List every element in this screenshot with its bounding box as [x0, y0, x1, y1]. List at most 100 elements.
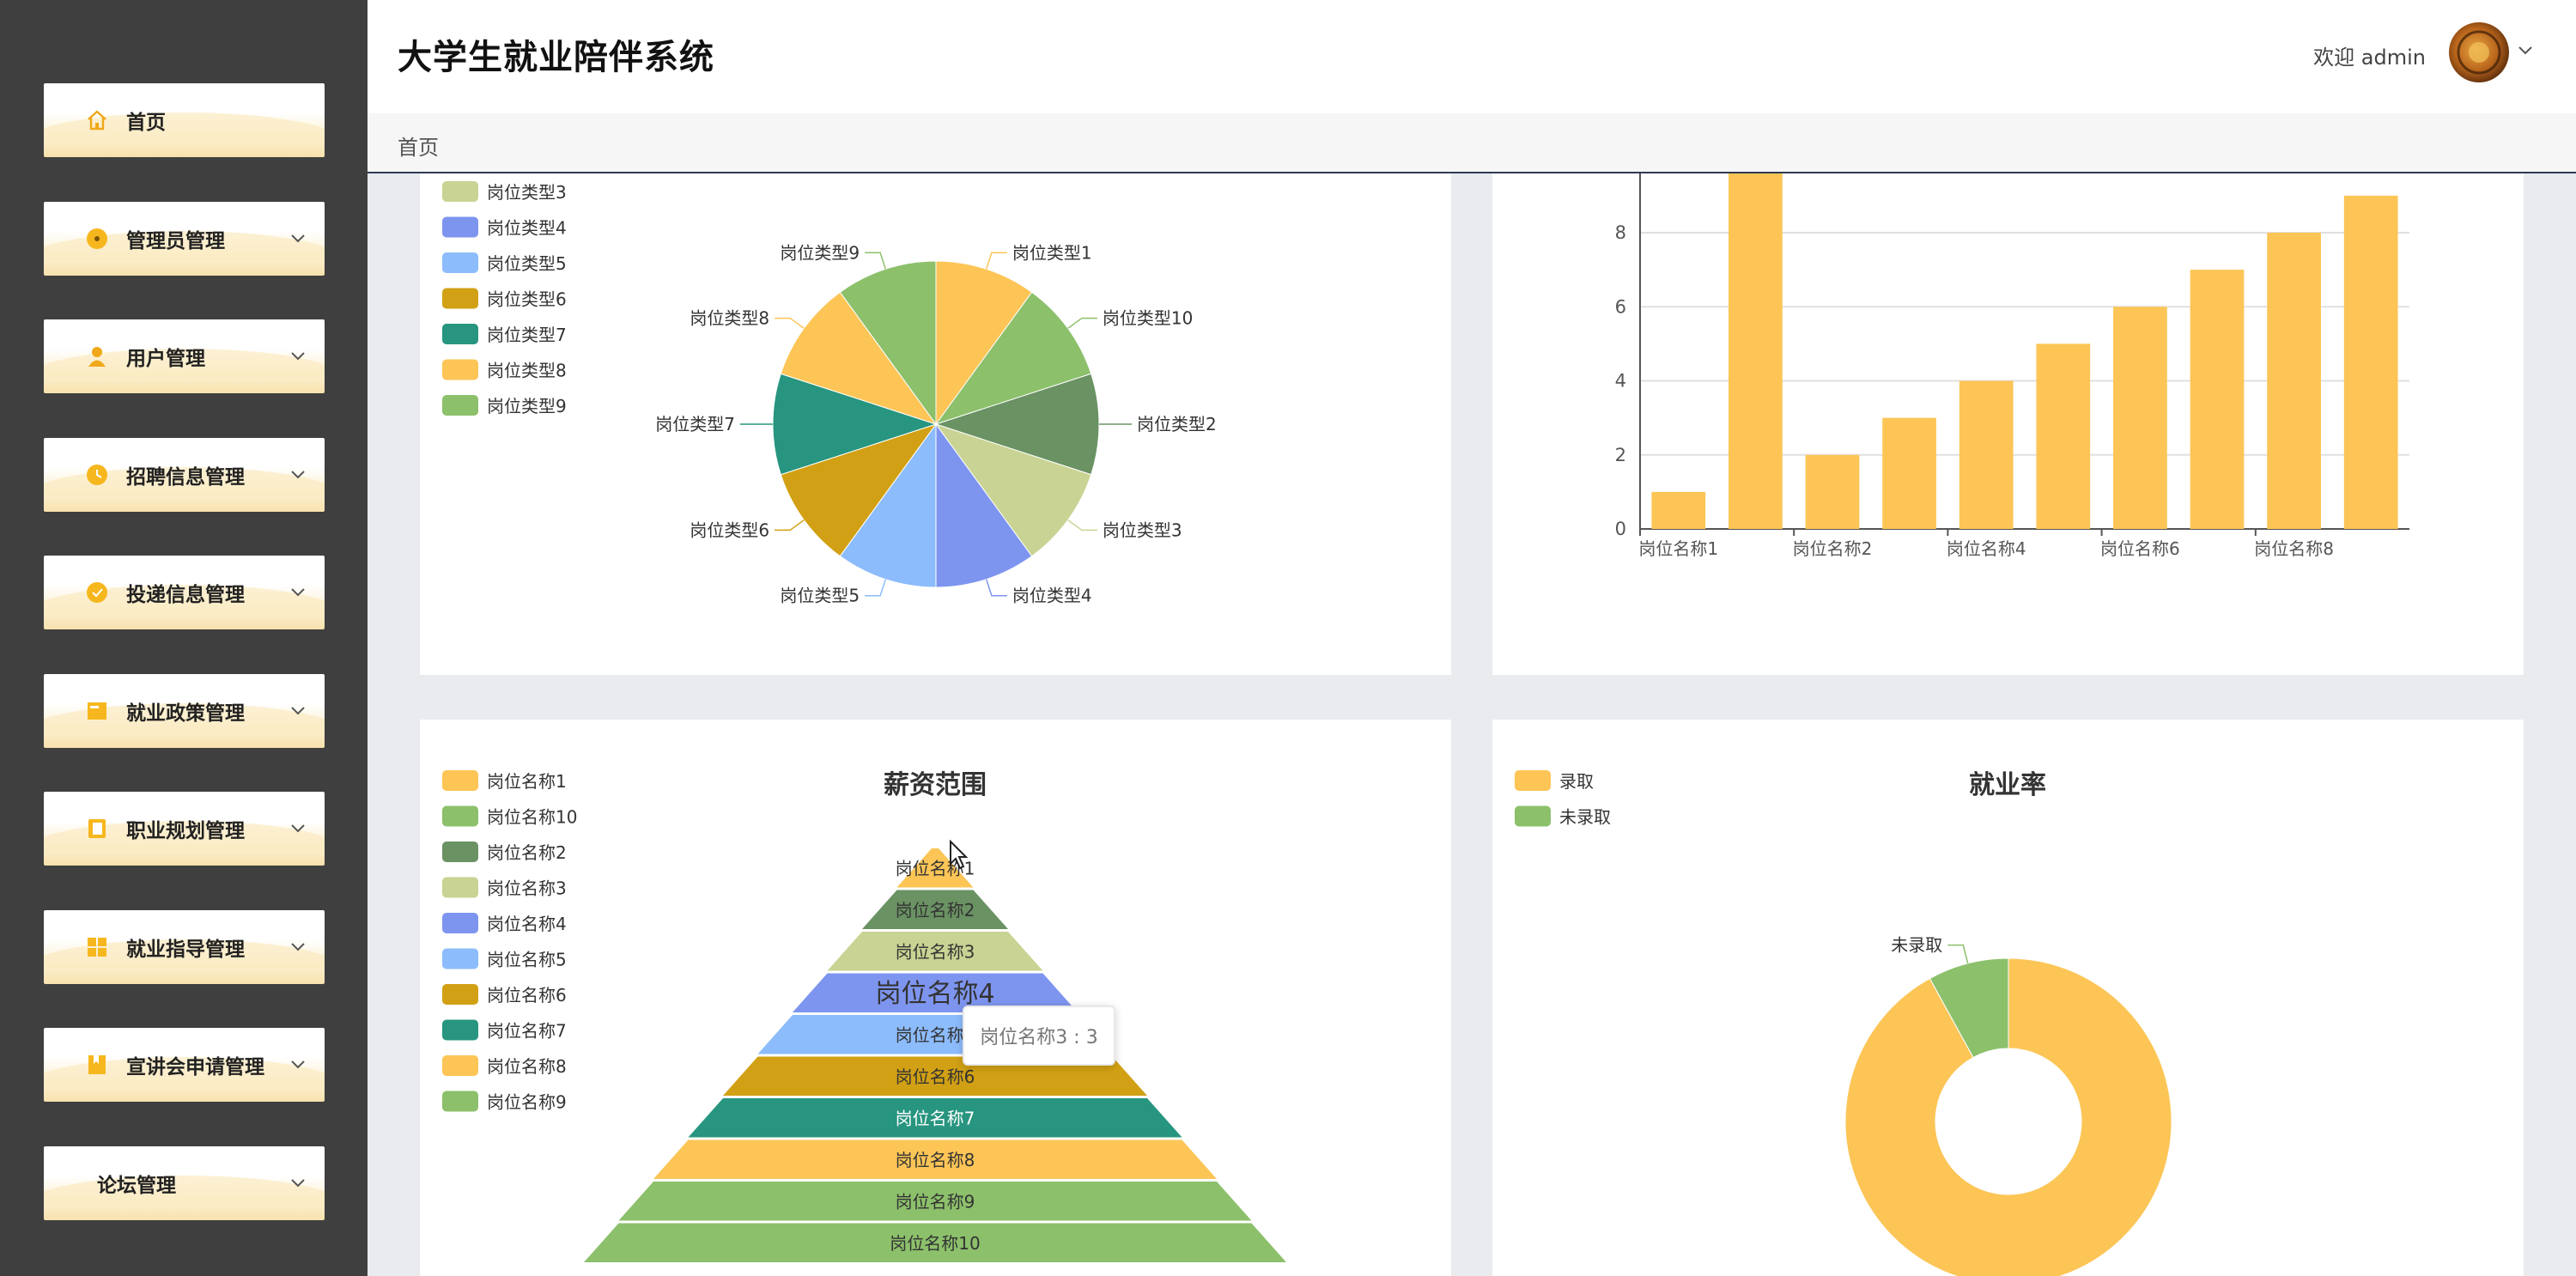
funnel-stage-label: 岗位名称9: [896, 1191, 975, 1212]
donut-legend-label[interactable]: 未录取: [1559, 807, 1611, 828]
pie-legend-swatch[interactable]: [442, 395, 478, 416]
funnel-legend-swatch[interactable]: [442, 1091, 478, 1112]
funnel-legend-label[interactable]: 岗位名称8: [487, 1056, 567, 1077]
funnel-legend-swatch[interactable]: [442, 913, 478, 933]
job-name-bar-chart: 0 2 4 6 8 岗位名称1 岗位名称2 岗位名称4 岗位名称6 岗位名称8: [1615, 173, 2409, 559]
chevron-down-icon: [285, 706, 311, 716]
funnel-legend-swatch[interactable]: [442, 877, 478, 898]
bar[interactable]: [2343, 195, 2398, 529]
pie-legend-label[interactable]: 岗位类型7: [487, 325, 567, 345]
pie-legend-label[interactable]: 岗位类型6: [487, 289, 567, 310]
sidebar-item-label: 论坛管理: [97, 1174, 176, 1197]
bar[interactable]: [2267, 233, 2321, 529]
sidebar-item-label: 宣讲会申请管理: [126, 1056, 264, 1079]
recruit-icon: [78, 463, 116, 487]
funnel-legend-label[interactable]: 岗位名称9: [487, 1092, 567, 1113]
bar[interactable]: [2113, 307, 2167, 529]
bar-y-tick-label: 4: [1615, 371, 1626, 392]
sidebar-item-7[interactable]: 职业规划管理: [44, 792, 325, 866]
sidebar-item-2[interactable]: 管理员管理: [44, 201, 325, 276]
pie-legend-swatch[interactable]: [442, 181, 478, 202]
funnel-legend-label[interactable]: 岗位名称7: [487, 1021, 567, 1042]
pie-label-line: [775, 317, 805, 329]
funnel-legend-swatch[interactable]: [442, 1019, 478, 1041]
bookmark-icon: [78, 1054, 116, 1076]
pie-legend-swatch[interactable]: [442, 252, 478, 273]
funnel-legend-swatch[interactable]: [442, 984, 478, 1005]
pie-slice-label: 岗位类型3: [1103, 520, 1182, 540]
funnel-legend-label[interactable]: 岗位名称5: [487, 950, 567, 970]
sidebar: 首页管理员管理用户管理招聘信息管理 投递信息管理就业政策管理职业规划管理 就业指导管…: [0, 0, 368, 1276]
bar[interactable]: [1805, 454, 1860, 529]
chevron-down-icon: [285, 1178, 311, 1188]
avatar[interactable]: [2449, 22, 2509, 82]
funnel-legend-swatch[interactable]: [442, 842, 478, 862]
funnel-legend-label[interactable]: 岗位名称4: [487, 914, 567, 934]
sidebar-item-label: 首页: [126, 112, 166, 134]
funnel-legend-label[interactable]: 岗位名称10: [487, 807, 577, 828]
donut-legend-label[interactable]: 录取: [1559, 771, 1594, 792]
bar[interactable]: [1651, 491, 1706, 529]
home-icon: [78, 109, 116, 131]
pie-label-line: [985, 579, 1007, 597]
salary-funnel-chart: 岗位名称1 岗位名称10 岗位名称2 岗位名称3 岗位名称4 岗位名称5 岗位名称6 岗位名称…: [442, 770, 1286, 1262]
pie-legend-swatch[interactable]: [442, 216, 478, 238]
bar[interactable]: [2036, 343, 2091, 529]
pie-legend-swatch[interactable]: [442, 359, 478, 380]
breadcrumb-home[interactable]: 首页: [398, 131, 439, 161]
sidebar-item-1[interactable]: 首页: [44, 83, 325, 157]
funnel-legend-swatch[interactable]: [442, 948, 478, 969]
pie-legend-label[interactable]: 岗位类型5: [487, 253, 567, 274]
pie-label-line: [985, 252, 1007, 270]
funnel-legend-swatch[interactable]: [442, 770, 478, 791]
delivery-icon: [78, 580, 116, 605]
chart-tooltip: 岗位名称3 : 3: [963, 1006, 1115, 1066]
bar[interactable]: [1959, 380, 2014, 530]
sidebar-item-3[interactable]: 用户管理: [44, 319, 325, 393]
pie-legend-swatch[interactable]: [442, 288, 478, 309]
bar-y-tick-label: 6: [1615, 296, 1626, 317]
sidebar-item-9[interactable]: 宣讲会申请管理: [44, 1028, 325, 1102]
pie-legend-label[interactable]: 岗位类型4: [487, 218, 567, 239]
donut-slice-label: 未录取: [1891, 935, 1942, 956]
employment-rate-card: 录取 未录取 就业率 未录取: [1492, 720, 2524, 1276]
job-type-pie-card: 岗位类型3 岗位类型4 岗位类型5 岗位类型6 岗位类型7 岗位类型8 岗位类型9 岗位类型1…: [420, 173, 1451, 675]
sidebar-item-label: 管理员管理: [126, 229, 225, 252]
sidebar-item-label: 就业政策管理: [126, 702, 245, 725]
pie-legend-label[interactable]: 岗位类型8: [487, 361, 567, 381]
pie-slice-label: 岗位类型8: [690, 308, 769, 329]
pie-legend-label[interactable]: 岗位类型3: [487, 182, 567, 203]
sidebar-item-10[interactable]: 论坛管理: [44, 1145, 325, 1220]
funnel-legend-label[interactable]: 岗位名称3: [487, 878, 567, 899]
funnel-legend-label[interactable]: 岗位名称6: [487, 985, 567, 1006]
bar[interactable]: [1882, 417, 1936, 529]
bar-x-tick-label: 岗位名称1: [1638, 538, 1718, 559]
sidebar-item-5[interactable]: 投递信息管理: [44, 556, 325, 629]
sidebar-item-8[interactable]: 就业指导管理: [44, 909, 325, 984]
bar-y-tick-label: 0: [1615, 519, 1626, 539]
chevron-down-icon: [285, 823, 311, 834]
chevron-down-icon: [285, 587, 311, 598]
bar[interactable]: [2190, 270, 2245, 529]
bar[interactable]: [1728, 173, 1783, 529]
sidebar-item-label: 用户管理: [126, 348, 205, 370]
sidebar-item-6[interactable]: 就业政策管理: [44, 673, 325, 748]
donut-legend-swatch[interactable]: [1515, 770, 1551, 791]
funnel-legend-swatch[interactable]: [442, 1055, 478, 1076]
funnel-legend-label[interactable]: 岗位名称2: [487, 842, 567, 863]
pie-label-line: [865, 579, 887, 597]
pie-legend-label[interactable]: 岗位类型9: [487, 396, 567, 416]
donut-label-line: [1947, 944, 1969, 964]
chevron-down-icon: [285, 1060, 311, 1070]
pie-slice-label: 岗位类型10: [1103, 308, 1193, 329]
funnel-legend-label[interactable]: 岗位名称1: [487, 771, 567, 792]
chevron-down-icon[interactable]: [2518, 43, 2533, 59]
pie-legend-swatch[interactable]: [442, 324, 478, 344]
funnel-legend-swatch[interactable]: [442, 805, 478, 827]
job-type-pie-chart: 岗位类型3 岗位类型4 岗位类型5 岗位类型6 岗位类型7 岗位类型8 岗位类型9 岗位类型1…: [442, 181, 1217, 606]
donut-legend-swatch[interactable]: [1515, 805, 1551, 827]
bar-x-tick-label: 岗位名称2: [1793, 538, 1873, 559]
funnel-stage-label: 岗位名称7: [896, 1108, 975, 1128]
pie-slice-label: 岗位类型6: [690, 520, 769, 540]
sidebar-item-4[interactable]: 招聘信息管理: [44, 437, 325, 512]
